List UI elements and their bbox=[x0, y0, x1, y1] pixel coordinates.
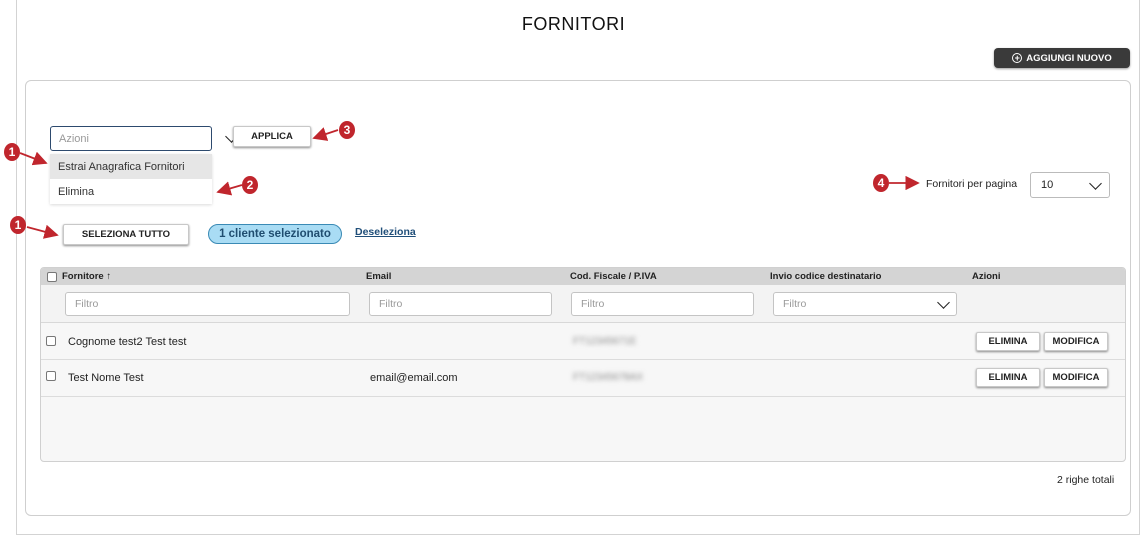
filter-input-supplier[interactable]: Filtro bbox=[65, 292, 350, 316]
table-header: Fornitore ↑ Email Cod. Fiscale / P.IVA I… bbox=[41, 268, 1125, 285]
annotation-marker-1b: 1 bbox=[10, 216, 26, 234]
select-all-button[interactable]: SELEZIONA TUTTO bbox=[63, 224, 189, 245]
annotation-marker-3: 3 bbox=[339, 121, 355, 139]
page-title: FORNITORI bbox=[521, 14, 626, 34]
actions-select[interactable]: Azioni bbox=[50, 126, 238, 151]
cell-supplier: Test Nome Test bbox=[68, 372, 144, 384]
actions-dropdown-menu: Estrai Anagrafica Fornitori Elimina bbox=[50, 154, 212, 204]
filter-input-tax-code[interactable]: Filtro bbox=[571, 292, 754, 316]
filter-input-email[interactable]: Filtro bbox=[369, 292, 552, 316]
column-header-actions: Azioni bbox=[972, 271, 1001, 282]
filter-select-recipient-code[interactable]: Filtro bbox=[773, 292, 957, 316]
total-rows-count: 2 righe totali bbox=[1057, 474, 1115, 486]
actions-select-placeholder: Azioni bbox=[59, 132, 89, 145]
row-checkbox[interactable] bbox=[46, 336, 56, 346]
cell-tax-code: FT12345678AX bbox=[573, 372, 644, 383]
chevron-down-icon bbox=[937, 296, 950, 309]
select-all-checkbox[interactable] bbox=[47, 272, 57, 282]
edit-button[interactable]: MODIFICA bbox=[1044, 332, 1108, 351]
per-page-value: 10 bbox=[1041, 179, 1054, 191]
dropdown-item-delete[interactable]: Elimina bbox=[50, 179, 212, 204]
table-row: Test Nome Test email@email.com FT1234567… bbox=[41, 360, 1125, 397]
selected-count-badge: 1 cliente selezionato bbox=[208, 224, 342, 244]
per-page-select[interactable]: 10 bbox=[1030, 172, 1110, 198]
column-header-tax-code[interactable]: Cod. Fiscale / P.IVA bbox=[570, 271, 657, 282]
sort-arrow-icon: ↑ bbox=[106, 271, 112, 282]
cell-email: email@email.com bbox=[370, 372, 458, 384]
apply-button[interactable]: APPLICA bbox=[233, 126, 311, 147]
cell-tax-code: FT12345671E bbox=[573, 336, 637, 347]
add-new-button[interactable]: + AGGIUNGI NUOVO bbox=[994, 48, 1130, 68]
add-new-label: AGGIUNGI NUOVO bbox=[1026, 52, 1112, 64]
suppliers-table: Fornitore ↑ Email Cod. Fiscale / P.IVA I… bbox=[40, 267, 1126, 462]
deselect-link[interactable]: Deseleziona bbox=[355, 226, 416, 238]
delete-button[interactable]: ELIMINA bbox=[976, 368, 1040, 387]
cell-supplier: Cognome test2 Test test bbox=[68, 336, 187, 348]
delete-button[interactable]: ELIMINA bbox=[976, 332, 1040, 351]
filter-select-placeholder: Filtro bbox=[783, 298, 807, 310]
edit-button[interactable]: MODIFICA bbox=[1044, 368, 1108, 387]
annotation-marker-2: 2 bbox=[242, 176, 258, 194]
per-page-label: Fornitori per pagina bbox=[926, 178, 1018, 190]
column-header-recipient-code[interactable]: Invio codice destinatario bbox=[770, 271, 881, 282]
annotation-marker-4: 4 bbox=[873, 174, 889, 192]
column-header-supplier-label: Fornitore bbox=[62, 271, 104, 282]
row-checkbox[interactable] bbox=[46, 371, 56, 381]
table-row: Cognome test2 Test test FT12345671E ELIM… bbox=[41, 323, 1125, 360]
chevron-down-icon bbox=[1089, 177, 1102, 190]
dropdown-item-extract[interactable]: Estrai Anagrafica Fornitori bbox=[50, 154, 212, 179]
column-header-supplier[interactable]: Fornitore ↑ bbox=[62, 271, 111, 282]
plus-circle-icon: + bbox=[1012, 53, 1023, 63]
column-header-email[interactable]: Email bbox=[366, 271, 391, 282]
filter-row: Filtro Filtro Filtro Filtro bbox=[41, 285, 1125, 323]
annotation-marker-1a: 1 bbox=[4, 143, 20, 161]
